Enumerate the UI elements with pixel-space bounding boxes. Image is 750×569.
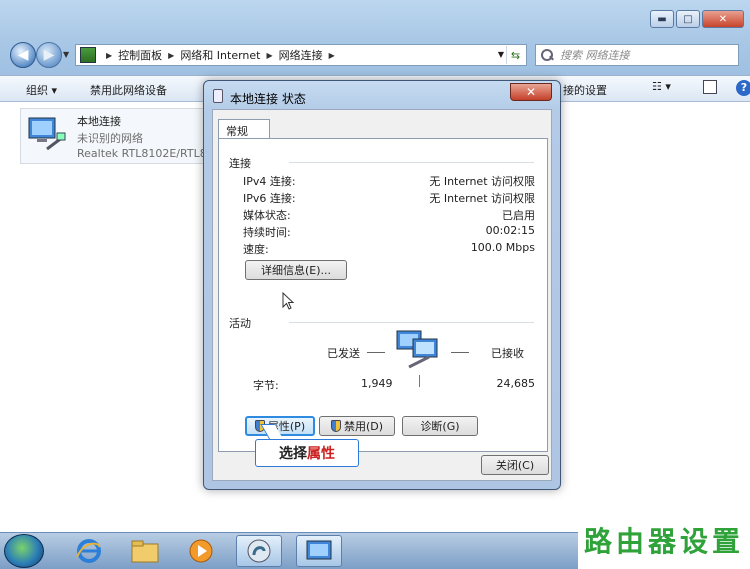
duration-value: 00:02:15 (485, 224, 535, 237)
ipv4-label: IPv4 连接: (243, 175, 296, 188)
disable-button[interactable]: 禁用(D) (319, 416, 395, 436)
recent-pages-dropdown[interactable]: ▼ (63, 50, 69, 59)
bytes-received-value: 24,685 (496, 377, 536, 390)
details-button[interactable]: 详细信息(E)... (245, 260, 347, 280)
callout-text-properties: 属性 (307, 446, 335, 462)
back-button[interactable]: ◀ (10, 42, 36, 68)
chevron-right-icon: ▶ (266, 50, 273, 60)
ipv6-label: IPv6 连接: (243, 192, 296, 205)
change-settings-button[interactable]: 接的设置 (563, 82, 607, 98)
media-player-taskbar-icon[interactable] (178, 535, 224, 567)
explorer-taskbar-icon[interactable] (122, 535, 168, 567)
breadcrumb-network-internet[interactable]: 网络和 Internet (180, 47, 260, 63)
help-icon[interactable]: ? (736, 80, 750, 96)
organize-menu[interactable]: 组织 ▾ (26, 82, 57, 98)
annotation-callout: 选择 属性 (255, 439, 359, 467)
tab-general[interactable]: 常规 (218, 119, 270, 139)
divider (289, 322, 534, 323)
address-dropdown-icon[interactable]: ▼ (498, 50, 504, 59)
ipv4-value: 无 Internet 访问权限 (429, 175, 535, 188)
window-caption-buttons: ▬ □ ✕ (648, 10, 744, 28)
breadcrumb: ▶ 控制面板 ▶ 网络和 Internet ▶ 网络连接 ▶ (100, 47, 341, 63)
breadcrumb-network-connections[interactable]: 网络连接 (279, 47, 323, 63)
app-taskbar-icon[interactable] (236, 535, 282, 567)
preview-pane-icon[interactable] (703, 80, 717, 94)
minimize-button[interactable]: ▬ (650, 10, 674, 28)
sent-label: 已发送 (327, 347, 360, 360)
speed-value: 100.0 Mbps (470, 241, 535, 254)
close-button[interactable]: 关闭(C) (481, 455, 549, 475)
tab-panel: 连接 IPv4 连接: 无 Internet 访问权限 IPv6 连接: 无 I… (218, 138, 548, 452)
dialog-title: 本地连接 状态 (230, 92, 306, 106)
ie-icon (76, 539, 101, 563)
media-state-value: 已启用 (502, 209, 535, 222)
diagnose-button[interactable]: 诊断(G) (402, 416, 478, 436)
address-bar[interactable]: ▶ 控制面板 ▶ 网络和 Internet ▶ 网络连接 ▶ ▼ ⇆ (75, 44, 527, 66)
disable-device-button[interactable]: 禁用此网络设备 (90, 82, 167, 98)
chevron-right-icon: ▶ (328, 50, 335, 60)
divider (451, 352, 469, 353)
activity-group-label: 活动 (229, 317, 251, 330)
bytes-label: 字节: (253, 379, 279, 392)
bytes-sent-value: 1,949 (361, 377, 393, 390)
window-close-button[interactable]: ✕ (702, 10, 744, 28)
close-icon[interactable]: ✕ (510, 83, 552, 101)
divider (419, 375, 420, 387)
received-label: 已接收 (491, 347, 524, 360)
refresh-icon[interactable]: ⇆ (506, 46, 524, 64)
breadcrumb-control-panel[interactable]: 控制面板 (118, 47, 162, 63)
speed-label: 速度: (243, 243, 269, 256)
network-activity-icon (396, 330, 438, 369)
view-options-icon[interactable]: ☷ ▾ (652, 80, 682, 96)
connection-adapter: Realtek RTL8102E/RTL8 (77, 147, 207, 160)
callout-text-select: 选择 (279, 446, 307, 462)
start-button[interactable] (4, 534, 44, 568)
folder-icon (131, 540, 159, 563)
list-item[interactable]: 本地连接 未识别的网络 Realtek RTL8102E/RTL8 (20, 108, 210, 164)
connection-icon (213, 89, 223, 103)
search-icon (540, 48, 554, 62)
connection-group-label: 连接 (229, 157, 251, 170)
ipv6-value: 无 Internet 访问权限 (429, 192, 535, 205)
connection-status: 未识别的网络 (77, 132, 143, 145)
watermark-logo: 路由器设置 (578, 510, 750, 569)
control-panel-icon (80, 47, 96, 63)
network-window-taskbar-icon[interactable] (296, 535, 342, 567)
search-placeholder: 搜索 网络连接 (560, 49, 630, 62)
ie-taskbar-icon[interactable] (66, 535, 112, 567)
media-player-icon (189, 539, 213, 563)
maximize-button[interactable]: □ (676, 10, 700, 28)
search-input[interactable]: 搜索 网络连接 (535, 44, 739, 66)
app-icon (247, 539, 271, 563)
mouse-cursor-icon (282, 292, 295, 310)
duration-label: 持续时间: (243, 226, 291, 239)
forward-button[interactable]: ▶ (36, 42, 62, 68)
network-adapter-icon (28, 117, 66, 151)
uac-shield-icon (330, 420, 341, 432)
chevron-right-icon: ▶ (106, 50, 113, 60)
disable-button-label: 禁用(D) (343, 420, 384, 433)
connection-name: 本地连接 (77, 115, 121, 128)
media-state-label: 媒体状态: (243, 209, 291, 222)
divider (367, 352, 385, 353)
chevron-right-icon: ▶ (168, 50, 175, 60)
connection-status-dialog: 本地连接 状态 ✕ 常规 连接 IPv4 连接: 无 Internet 访问权限… (203, 80, 561, 490)
divider (289, 162, 534, 163)
network-icon (306, 540, 332, 560)
